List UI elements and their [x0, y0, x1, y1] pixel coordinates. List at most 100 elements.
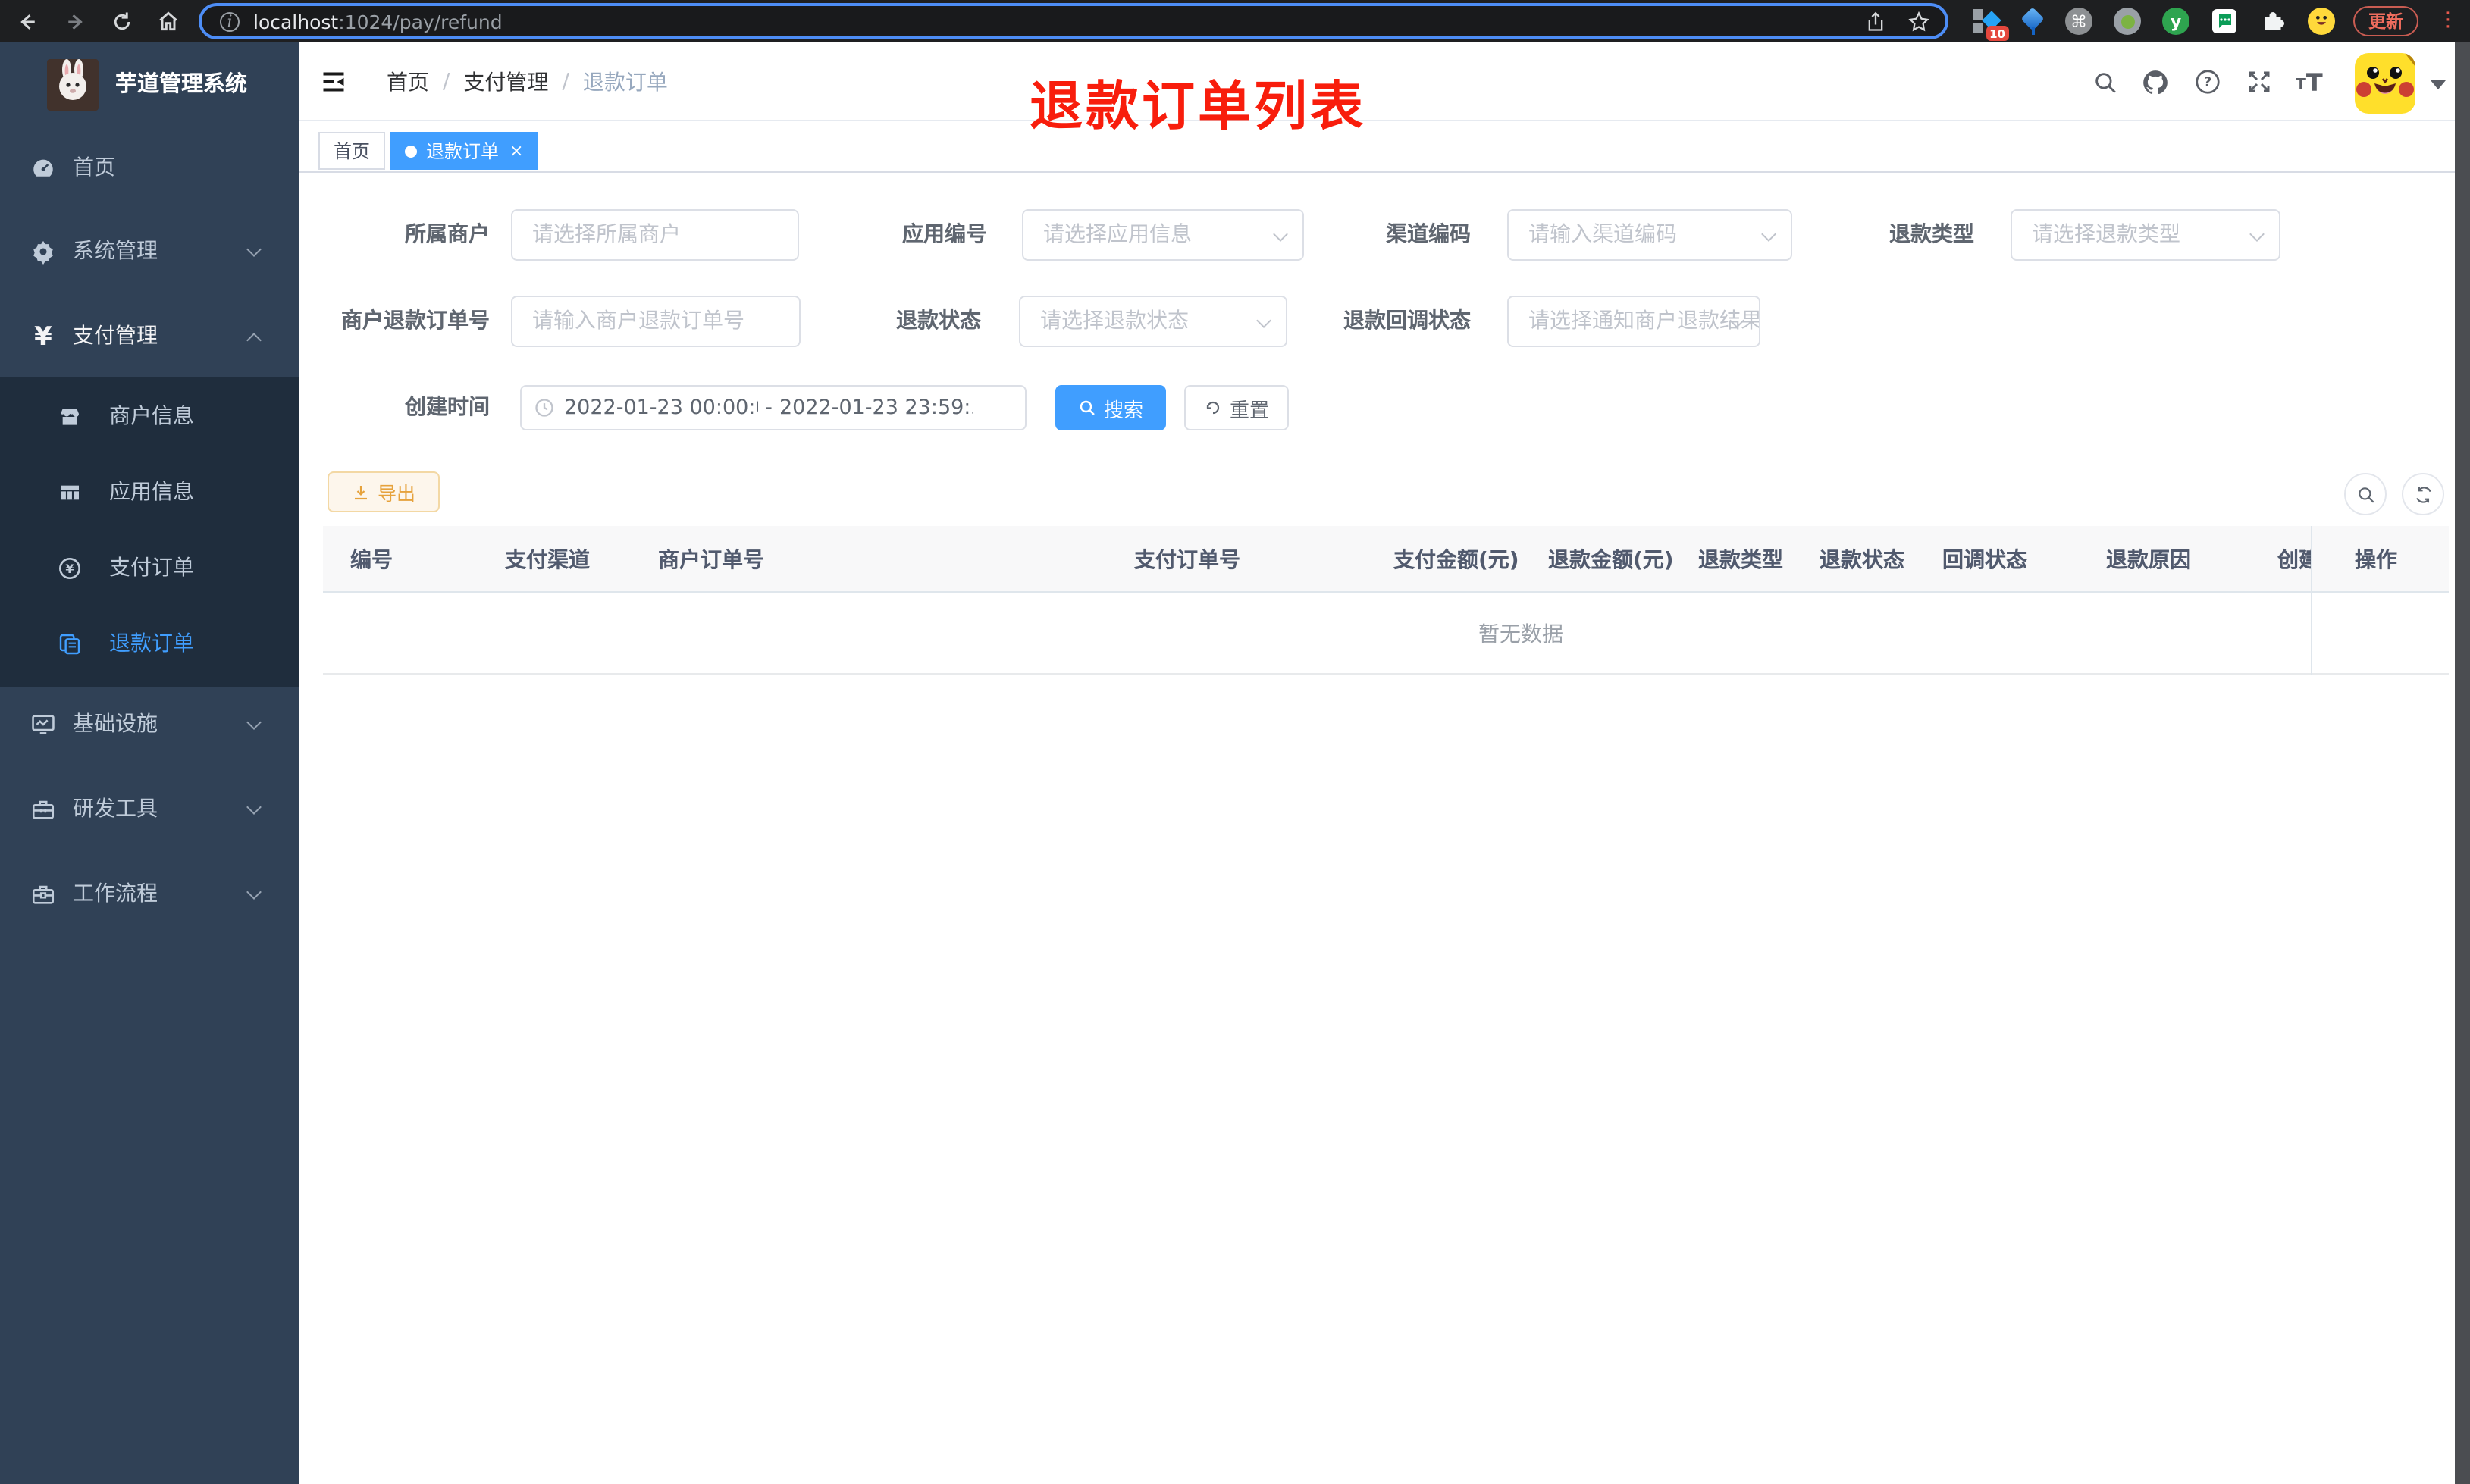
- chevron-up-icon: [246, 333, 262, 348]
- gear-icon: [30, 239, 56, 265]
- close-icon[interactable]: ×: [509, 142, 523, 159]
- breadcrumb-home[interactable]: 首页: [387, 67, 429, 97]
- sidebar-item-payment[interactable]: ¥ 支付管理: [0, 299, 299, 374]
- extension-icon-puzzle[interactable]: [2259, 8, 2287, 35]
- font-size-icon[interactable]: TT: [2287, 42, 2332, 121]
- toggle-search-button[interactable]: [2344, 473, 2387, 515]
- page-title-annotation: 退款订单列表: [1030, 77, 1367, 138]
- extension-badge: 10: [1986, 26, 2009, 41]
- tag-refund-order[interactable]: 退款订单 ×: [390, 132, 539, 170]
- sidebar-item-home[interactable]: 首页: [0, 130, 299, 206]
- create-time-range-picker[interactable]: 2022-01-23 00:00:00 - 2022-01-23 23:59:5…: [520, 385, 1027, 430]
- help-icon[interactable]: ?: [2185, 42, 2230, 121]
- extension-icon-y[interactable]: y: [2162, 8, 2189, 35]
- avatar-caret-icon[interactable]: [2431, 80, 2446, 89]
- extension-icon-tiles[interactable]: 10: [1973, 8, 2009, 41]
- sidebar-item-refund-order[interactable]: 退款订单: [0, 606, 299, 682]
- col-header: 编号: [350, 548, 393, 572]
- sidebar-item-workflow[interactable]: 工作流程: [0, 856, 299, 932]
- main-area: 首页 / 支付管理 / 退款订单 退款订单列表 ? TT 首页 退款订单 × 所…: [299, 42, 2470, 1484]
- col-header: 回调状态: [1942, 548, 2027, 572]
- sidebar-item-label: 支付管理: [73, 324, 158, 349]
- search-button[interactable]: 搜索: [1055, 385, 1166, 430]
- browser-home-icon[interactable]: [150, 0, 187, 42]
- window-edge: [2455, 42, 2470, 1484]
- breadcrumb-current: 退款订单: [582, 71, 668, 95]
- fullscreen-icon[interactable]: [2236, 42, 2282, 121]
- monitor-icon: [30, 712, 56, 737]
- browser-menu-icon[interactable]: ⋮: [2438, 5, 2458, 38]
- avatar[interactable]: [2355, 53, 2415, 114]
- navbar: 首页 / 支付管理 / 退款订单 退款订单列表 ? TT: [299, 42, 2470, 138]
- tag-home[interactable]: 首页: [318, 132, 386, 170]
- refund-table: 编号 支付渠道 商户订单号 支付订单号 支付金额(元) 退款金额(元) 退款类型…: [323, 526, 2449, 675]
- dashboard-icon: [30, 155, 56, 181]
- search-icon[interactable]: [2082, 42, 2127, 121]
- sidebar-item-label: 研发工具: [73, 797, 158, 822]
- sidebar-collapse-icon[interactable]: [320, 68, 347, 95]
- export-button[interactable]: 导出: [328, 471, 440, 512]
- app-logo-row[interactable]: 芋道管理系统: [0, 42, 299, 127]
- search-button-label: 搜索: [1103, 399, 1143, 422]
- refund-type-select[interactable]: 请选择退款类型: [2011, 209, 2280, 261]
- extension-icon-kite[interactable]: [2020, 7, 2047, 35]
- filter-label: 退款状态: [896, 309, 981, 333]
- sidebar-item-app-info[interactable]: 应用信息: [0, 455, 299, 531]
- clock-icon: [534, 397, 555, 418]
- sidebar-item-dev-tools[interactable]: 研发工具: [0, 772, 299, 847]
- table-grid-icon: [58, 481, 82, 505]
- extension-icon-chat[interactable]: [2211, 8, 2238, 35]
- browser-reload-icon[interactable]: [103, 0, 139, 42]
- briefcase-icon: [30, 881, 56, 907]
- sidebar-item-label: 商户信息: [109, 405, 194, 429]
- screen: i localhost:1024/pay/refund 10 ⌘ y 更新 ⋮ …: [0, 0, 2470, 1484]
- refresh-button[interactable]: [2402, 473, 2444, 515]
- col-header: 支付订单号: [1134, 548, 1240, 572]
- sidebar-item-label: 基础设施: [73, 712, 158, 737]
- sidebar-item-label: 工作流程: [73, 882, 158, 906]
- extension-icon-emoji[interactable]: [2308, 8, 2335, 35]
- filter-label: 渠道编码: [1386, 223, 1471, 247]
- shop-icon: [58, 405, 82, 429]
- placeholder: 请选择通知商户退款结果的: [1528, 309, 1759, 333]
- tag-label: 退款订单: [426, 141, 500, 162]
- placeholder: 请选择退款类型: [2032, 223, 2180, 247]
- document-copy-icon: [58, 632, 82, 656]
- reset-button-label: 重置: [1229, 399, 1269, 422]
- col-header: 退款状态: [1820, 548, 1904, 572]
- breadcrumb-payment[interactable]: 支付管理: [463, 67, 548, 97]
- empty-text: 暂无数据: [1478, 622, 1563, 647]
- github-icon[interactable]: [2132, 42, 2177, 121]
- sidebar-item-merchant-info[interactable]: 商户信息: [0, 379, 299, 455]
- bookmark-star-icon[interactable]: [1907, 10, 1930, 33]
- app-title: 芋道管理系统: [115, 73, 247, 97]
- site-info-icon[interactable]: i: [220, 11, 240, 31]
- filter-label: 退款回调状态: [1343, 309, 1471, 333]
- sidebar: 芋道管理系统 首页 系统管理 ¥ 支付管理 商户信息 应用信息 ¥ 支付订单 退…: [0, 42, 299, 1484]
- sidebar-item-system[interactable]: 系统管理: [0, 214, 299, 290]
- yen-circle-icon: ¥: [58, 556, 82, 581]
- sidebar-item-pay-order[interactable]: ¥ 支付订单: [0, 531, 299, 606]
- table-header: 编号 支付渠道 商户订单号 支付订单号 支付金额(元) 退款金额(元) 退款类型…: [323, 526, 2449, 593]
- col-header: 商户订单号: [658, 548, 764, 572]
- browser-update-button[interactable]: 更新: [2353, 6, 2418, 36]
- svg-text:¥: ¥: [65, 562, 74, 576]
- export-button-label: 导出: [377, 482, 415, 505]
- range-start-value[interactable]: 2022-01-23 00:00:00: [564, 396, 758, 420]
- range-separator: -: [765, 396, 773, 420]
- browser-forward-icon[interactable]: [56, 0, 92, 42]
- sidebar-item-label: 应用信息: [109, 481, 194, 505]
- notify-status-select[interactable]: 请选择通知商户退款结果的: [1507, 296, 1760, 347]
- browser-back-icon[interactable]: [9, 0, 45, 42]
- extension-icon-green-dot[interactable]: [2114, 8, 2141, 35]
- sidebar-item-label: 退款订单: [109, 632, 194, 656]
- reset-button[interactable]: 重置: [1184, 385, 1289, 430]
- page-content: 所属商户 请选择所属商户 应用编号 请选择应用信息 渠道编码 请输入渠道编码 退…: [299, 173, 2470, 1484]
- sidebar-item-infrastructure[interactable]: 基础设施: [0, 687, 299, 762]
- extension-icon-command[interactable]: ⌘: [2065, 8, 2092, 35]
- chevron-down-icon: [246, 800, 262, 815]
- address-bar[interactable]: i localhost:1024/pay/refund: [199, 3, 1948, 39]
- range-end-value[interactable]: 2022-01-23 23:59:59: [779, 396, 973, 420]
- browser-toolbar: i localhost:1024/pay/refund 10 ⌘ y 更新 ⋮: [0, 0, 2470, 42]
- share-icon[interactable]: [1865, 10, 1886, 33]
